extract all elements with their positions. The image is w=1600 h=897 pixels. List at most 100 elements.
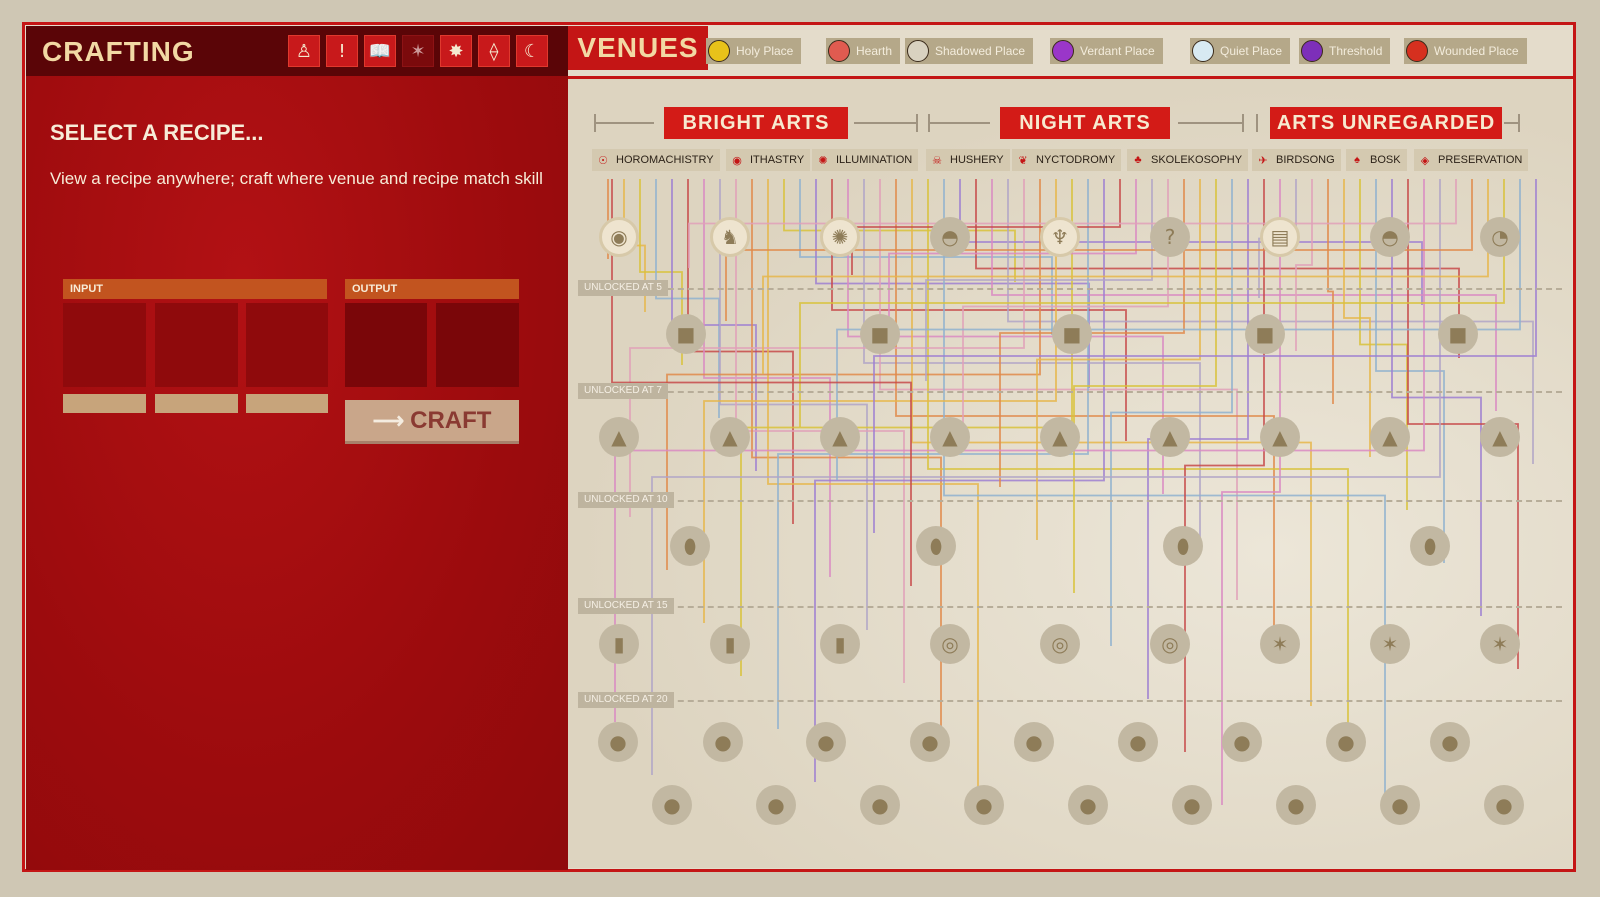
recipe-node[interactable]: ● bbox=[860, 785, 900, 825]
recipe-node[interactable]: ● bbox=[1484, 785, 1524, 825]
skill-icon: ✺ bbox=[818, 154, 828, 167]
venue-label: Verdant Place bbox=[1080, 44, 1155, 58]
recipe-node[interactable]: ● bbox=[652, 785, 692, 825]
tool-4-button[interactable]: ✶ bbox=[402, 35, 434, 67]
recipe-node[interactable]: ⬮ bbox=[670, 526, 710, 566]
skill-icon: ✈ bbox=[1258, 154, 1268, 167]
venue-shadowed-place[interactable]: Shadowed Place bbox=[905, 38, 1034, 64]
venue-quiet-place[interactable]: Quiet Place bbox=[1190, 38, 1291, 64]
skill-preservation[interactable]: ◈ PRESERVATION bbox=[1414, 149, 1529, 171]
recipe-node[interactable]: ◎ bbox=[930, 624, 970, 664]
recipe-node[interactable]: ● bbox=[1014, 722, 1054, 762]
skill-nyctodromy[interactable]: ❦ NYCTODROMY bbox=[1012, 149, 1122, 171]
recipe-node[interactable]: ● bbox=[910, 722, 950, 762]
skill-skolekosophy[interactable]: ♣ SKOLEKOSOPHY bbox=[1127, 149, 1249, 171]
recipe-node[interactable]: ● bbox=[598, 722, 638, 762]
skill-node[interactable]: ✺ bbox=[820, 217, 860, 257]
recipe-node[interactable]: ▲ bbox=[930, 417, 970, 457]
input-slot-3[interactable] bbox=[246, 303, 328, 387]
input-slot-2[interactable] bbox=[155, 303, 238, 387]
recipe-node[interactable]: ● bbox=[806, 722, 846, 762]
recipe-node[interactable]: ✶ bbox=[1370, 624, 1410, 664]
unlock-label: UNLOCKED AT 10 bbox=[578, 492, 674, 508]
recipe-node[interactable]: ■ bbox=[1052, 314, 1092, 354]
tool-2-button[interactable]: ǃ bbox=[326, 35, 358, 67]
venue-icon bbox=[1301, 40, 1323, 62]
recipe-node[interactable]: ✶ bbox=[1480, 624, 1520, 664]
recipe-node[interactable]: ⬮ bbox=[1410, 526, 1450, 566]
skill-bosk[interactable]: ♠ BOSK bbox=[1346, 149, 1407, 171]
venue-holy-place[interactable]: Holy Place bbox=[706, 38, 802, 64]
recipe-node[interactable]: ⬮ bbox=[916, 526, 956, 566]
output-slot-1[interactable] bbox=[345, 303, 427, 387]
venue-verdant-place[interactable]: Verdant Place bbox=[1050, 38, 1163, 64]
skill-hushery[interactable]: ☠ HUSHERY bbox=[926, 149, 1010, 171]
skill-horomachistry[interactable]: ☉ HOROMACHISTRY bbox=[592, 149, 720, 171]
recipe-node[interactable]: ▲ bbox=[599, 417, 639, 457]
recipe-node[interactable]: ▲ bbox=[820, 417, 860, 457]
unlock-label: UNLOCKED AT 7 bbox=[578, 383, 668, 399]
recipe-node[interactable]: ● bbox=[1068, 785, 1108, 825]
skill-node[interactable]: ◉ bbox=[599, 217, 639, 257]
recipe-node[interactable]: ▮ bbox=[710, 624, 750, 664]
skill-node[interactable]: ♆ bbox=[1040, 217, 1080, 257]
recipe-node[interactable]: ⬮ bbox=[1163, 526, 1203, 566]
venue-hearth[interactable]: Hearth bbox=[826, 38, 901, 64]
recipe-node[interactable]: ● bbox=[703, 722, 743, 762]
craft-button[interactable]: ⟶ CRAFT bbox=[345, 400, 519, 444]
unlock-divider bbox=[578, 606, 1562, 610]
recipe-node[interactable]: ▲ bbox=[710, 417, 750, 457]
recipe-node[interactable]: ▮ bbox=[820, 624, 860, 664]
output-slot-2[interactable] bbox=[436, 303, 519, 387]
tool-7-button[interactable]: ☾ bbox=[516, 35, 548, 67]
recipe-node[interactable]: ● bbox=[1118, 722, 1158, 762]
recipe-node[interactable]: ▮ bbox=[599, 624, 639, 664]
skill-ithastry[interactable]: ◉ ITHASTRY bbox=[726, 149, 811, 171]
recipe-node[interactable]: ▲ bbox=[1370, 417, 1410, 457]
venue-label: Wounded Place bbox=[1434, 44, 1519, 58]
tool-5-button[interactable]: ✸ bbox=[440, 35, 472, 67]
bracket-tick bbox=[1256, 114, 1258, 132]
recipe-node[interactable]: ■ bbox=[1438, 314, 1478, 354]
recipe-node[interactable]: ● bbox=[1276, 785, 1316, 825]
input-slot-1-bar bbox=[63, 394, 146, 413]
skill-birdsong[interactable]: ✈ BIRDSONG bbox=[1252, 149, 1341, 171]
recipe-description: View a recipe anywhere; craft where venu… bbox=[50, 169, 543, 188]
recipe-node[interactable]: ▲ bbox=[1480, 417, 1520, 457]
recipe-node[interactable]: ● bbox=[1430, 722, 1470, 762]
skill-node[interactable]: ◔ bbox=[1480, 217, 1520, 257]
input-slot-1[interactable] bbox=[63, 303, 146, 387]
venue-wounded-place[interactable]: Wounded Place bbox=[1404, 38, 1527, 64]
recipe-node[interactable]: ● bbox=[1172, 785, 1212, 825]
tool-3-button[interactable]: 📖 bbox=[364, 35, 396, 67]
bracket-line bbox=[1504, 122, 1518, 124]
skill-node[interactable]: ◓ bbox=[1370, 217, 1410, 257]
skill-illumination[interactable]: ✺ ILLUMINATION bbox=[812, 149, 919, 171]
recipe-node[interactable]: ✶ bbox=[1260, 624, 1300, 664]
crafting-toolbar: ♙ ǃ 📖 ✶ ✸ ⟠ ☾ bbox=[288, 35, 548, 67]
recipe-node[interactable]: ● bbox=[964, 785, 1004, 825]
tool-6-button[interactable]: ⟠ bbox=[478, 35, 510, 67]
recipe-node[interactable]: ▲ bbox=[1150, 417, 1190, 457]
unlock-divider bbox=[578, 288, 1562, 292]
recipe-node[interactable]: ● bbox=[756, 785, 796, 825]
recipe-node[interactable]: ● bbox=[1222, 722, 1262, 762]
recipe-node[interactable]: ◎ bbox=[1150, 624, 1190, 664]
recipe-node[interactable]: ■ bbox=[1245, 314, 1285, 354]
recipe-node[interactable]: ◎ bbox=[1040, 624, 1080, 664]
skill-node[interactable]: ◓ bbox=[930, 217, 970, 257]
venue-threshold[interactable]: Threshold bbox=[1299, 38, 1391, 64]
tool-1-button[interactable]: ♙ bbox=[288, 35, 320, 67]
recipe-node[interactable]: ▲ bbox=[1040, 417, 1080, 457]
skill-node[interactable]: ▤ bbox=[1260, 217, 1300, 257]
skill-node[interactable]: ♞ bbox=[710, 217, 750, 257]
recipe-node[interactable]: ■ bbox=[666, 314, 706, 354]
recipe-node[interactable]: ■ bbox=[860, 314, 900, 354]
bracket-line bbox=[1178, 122, 1244, 124]
recipe-node[interactable]: ▲ bbox=[1260, 417, 1300, 457]
skill-icon: ◉ bbox=[732, 154, 742, 167]
skill-node[interactable]: ? bbox=[1150, 217, 1190, 257]
recipe-node[interactable]: ● bbox=[1326, 722, 1366, 762]
venue-icon bbox=[1052, 40, 1074, 62]
recipe-node[interactable]: ● bbox=[1380, 785, 1420, 825]
